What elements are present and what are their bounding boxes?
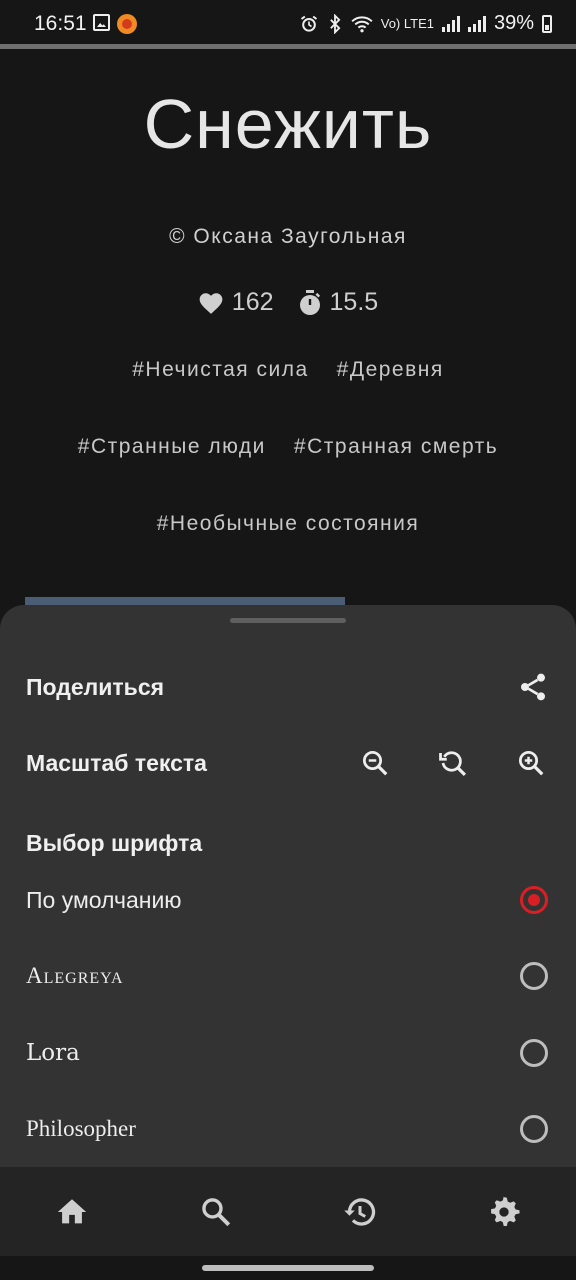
story-author: © Оксана Заугольная [169, 225, 407, 248]
tag-row: #Нечистая сила #Деревня [0, 358, 576, 435]
font-option-label: Lora [26, 1040, 80, 1066]
nav-search[interactable] [186, 1182, 246, 1242]
share-label: Поделиться [26, 673, 165, 700]
notification-icons [93, 14, 137, 34]
nav-settings[interactable] [474, 1182, 534, 1242]
font-option-default[interactable]: По умолчанию [26, 875, 548, 925]
likes-count: 162 [231, 288, 274, 316]
font-radio[interactable] [520, 962, 548, 990]
zoom-out-icon[interactable] [358, 746, 392, 780]
text-scale-label: Масштаб текста [26, 749, 207, 776]
status-bar: 16:51 Vo) LTE1 39% [0, 0, 576, 46]
bluetooth-icon [329, 13, 341, 34]
tag-item[interactable]: #Странная смерть [294, 435, 498, 512]
alarm-icon [300, 15, 317, 32]
history-icon [344, 1197, 376, 1226]
heart-icon [199, 292, 223, 314]
tag-item[interactable]: #Нечистая сила [132, 358, 308, 435]
story-stats: 162 15.5 [0, 288, 576, 317]
nav-history[interactable] [330, 1182, 390, 1242]
font-option-label: По умолчанию [26, 886, 182, 913]
signal-roaming-icon [467, 15, 486, 32]
nav-home[interactable] [42, 1182, 102, 1242]
signal-icon [441, 15, 460, 32]
wifi-icon [351, 15, 373, 32]
share-icon[interactable] [516, 670, 550, 704]
font-option-alegreya[interactable]: Alegreya [26, 951, 548, 1001]
status-right: Vo) LTE1 39% [299, 12, 552, 35]
font-section-title: Выбор шрифта [26, 830, 203, 856]
battery-percent: 39% [493, 12, 534, 34]
status-time: 16:51 [34, 12, 87, 35]
tag-item[interactable]: #Необычные состояния [157, 512, 420, 589]
font-option-philosopher[interactable]: Philosopher [26, 1104, 548, 1154]
font-radio[interactable] [520, 1115, 548, 1143]
font-option-label: Philosopher [26, 1116, 136, 1141]
font-option-lora[interactable]: Lora [26, 1028, 548, 1078]
tag-item[interactable]: #Деревня [337, 358, 444, 435]
home-icon [57, 1198, 87, 1223]
tag-list: #Нечистая сила #Деревня #Странные люди #… [0, 358, 576, 589]
zoom-in-icon[interactable] [514, 746, 548, 780]
zoom-reset-icon[interactable] [436, 746, 470, 780]
options-bottom-sheet: Поделиться Масштаб текста Выбор шрифта П… [0, 605, 576, 1167]
font-option-label: Alegreya [26, 963, 124, 988]
share-row[interactable]: Поделиться [26, 667, 550, 707]
network-type-label: Vo) LTE1 [380, 16, 434, 31]
settings-icon [491, 1196, 520, 1226]
reading-progress-bar [0, 44, 576, 49]
battery-icon [542, 14, 552, 33]
gesture-handle[interactable] [202, 1265, 374, 1271]
text-scale-row: Масштаб текста [26, 743, 550, 783]
sheet-drag-handle[interactable] [230, 618, 346, 623]
font-radio[interactable] [520, 1039, 548, 1067]
read-time: 15.5 [329, 288, 379, 316]
gallery-notification-icon [93, 14, 110, 31]
app-notification-icon [117, 14, 137, 34]
story-title: Снежить [143, 85, 433, 163]
tag-row: #Необычные состояния [0, 512, 576, 589]
bottom-nav [0, 1167, 576, 1256]
font-radio-selected[interactable] [520, 886, 548, 914]
timer-icon [299, 289, 320, 315]
text-scale-controls [358, 746, 548, 780]
search-icon [202, 1197, 231, 1226]
tag-item[interactable]: #Странные люди [78, 435, 266, 512]
tag-row: #Странные люди #Странная смерть [0, 435, 576, 512]
